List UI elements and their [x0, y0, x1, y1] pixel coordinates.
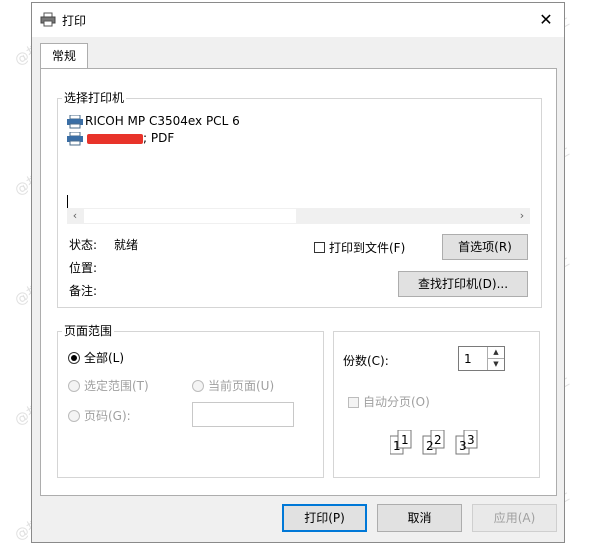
copies-stepper[interactable]: 1 ▲ ▼: [458, 346, 505, 371]
close-button[interactable]: ✕: [532, 8, 560, 32]
current-page-label[interactable]: 当前页面(U): [208, 379, 274, 393]
printer-list[interactable]: RICOH MP C3504ex PCL 6 ; PDF: [67, 112, 530, 222]
comment-label: 备注:: [69, 284, 98, 298]
apply-button[interactable]: 应用(A): [472, 504, 557, 532]
preferences-button[interactable]: 首选项(R): [442, 234, 528, 260]
page-digit: 2: [434, 433, 442, 447]
printer-item-pdf[interactable]: ; PDF: [67, 129, 174, 147]
all-pages-label[interactable]: 全部(L): [84, 351, 124, 365]
location-label: 位置:: [69, 261, 98, 275]
page-numbers-input[interactable]: [192, 402, 294, 427]
printer-name: ; PDF: [143, 131, 175, 145]
collate-label[interactable]: 自动分页(O): [363, 395, 430, 409]
tab-panel-general: 选择打印机 RICOH MP C3504ex PCL 6 ; PDF ‹ › 状…: [40, 68, 557, 496]
page-range-group: 页面范围 全部(L) 选定范围(T) 当前页面(U) 页码(G):: [57, 324, 324, 478]
page-digit: 2: [426, 439, 434, 453]
text-caret: [67, 195, 68, 208]
page-numbers-radio[interactable]: [68, 410, 80, 422]
copies-group: 份数(C): 1 ▲ ▼ 自动分页(O) 1 1 2 2 3 3: [333, 331, 540, 478]
scroll-thumb[interactable]: [84, 209, 296, 223]
selection-label[interactable]: 选定范围(T): [84, 379, 149, 393]
printer-icon: [40, 12, 56, 28]
page-numbers-label[interactable]: 页码(G):: [84, 409, 131, 423]
tab-general[interactable]: 常规: [40, 43, 88, 69]
status-label: 状态:: [69, 238, 98, 252]
selection-radio[interactable]: [68, 380, 80, 392]
window-title: 打印: [62, 14, 87, 28]
select-printer-group: 选择打印机 RICOH MP C3504ex PCL 6 ; PDF ‹ › 状…: [57, 91, 542, 308]
horizontal-scrollbar[interactable]: ‹ ›: [67, 208, 530, 224]
printer-icon: [67, 114, 83, 129]
close-icon: ✕: [539, 10, 553, 29]
spin-down-icon[interactable]: ▼: [488, 359, 504, 371]
scroll-right-icon[interactable]: ›: [514, 208, 530, 224]
page-digit: 3: [467, 433, 475, 447]
printer-icon: [67, 131, 83, 146]
spin-up-icon[interactable]: ▲: [488, 347, 504, 359]
cancel-button[interactable]: 取消: [377, 504, 462, 532]
print-dialog: 打印 ✕ 常规 选择打印机 RICOH MP C3504ex PCL 6 ; P…: [31, 2, 565, 543]
status-value: 就绪: [114, 238, 139, 252]
copies-value[interactable]: 1: [464, 352, 472, 366]
print-to-file-checkbox[interactable]: [314, 242, 325, 253]
all-pages-radio[interactable]: [68, 352, 80, 364]
select-printer-title: 选择打印机: [62, 91, 127, 105]
collate-checkbox[interactable]: [348, 397, 359, 408]
copies-label: 份数(C):: [343, 354, 389, 368]
scroll-left-icon[interactable]: ‹: [67, 208, 83, 224]
page-digit: 3: [459, 439, 467, 453]
print-to-file-label[interactable]: 打印到文件(F): [329, 241, 405, 255]
collate-illustration: 1 1 2 2 3 3: [390, 430, 490, 460]
redaction-mark: [87, 133, 143, 144]
page-range-title: 页面范围: [62, 324, 115, 338]
page-digit: 1: [393, 439, 401, 453]
title-bar[interactable]: 打印 ✕: [32, 3, 564, 37]
find-printer-button[interactable]: 查找打印机(D)...: [398, 271, 528, 297]
current-page-radio[interactable]: [192, 380, 204, 392]
printer-name: RICOH MP C3504ex PCL 6: [85, 114, 240, 128]
print-button[interactable]: 打印(P): [282, 504, 367, 532]
page-digit: 1: [401, 433, 409, 447]
printer-item-ricoh[interactable]: RICOH MP C3504ex PCL 6: [67, 112, 240, 130]
